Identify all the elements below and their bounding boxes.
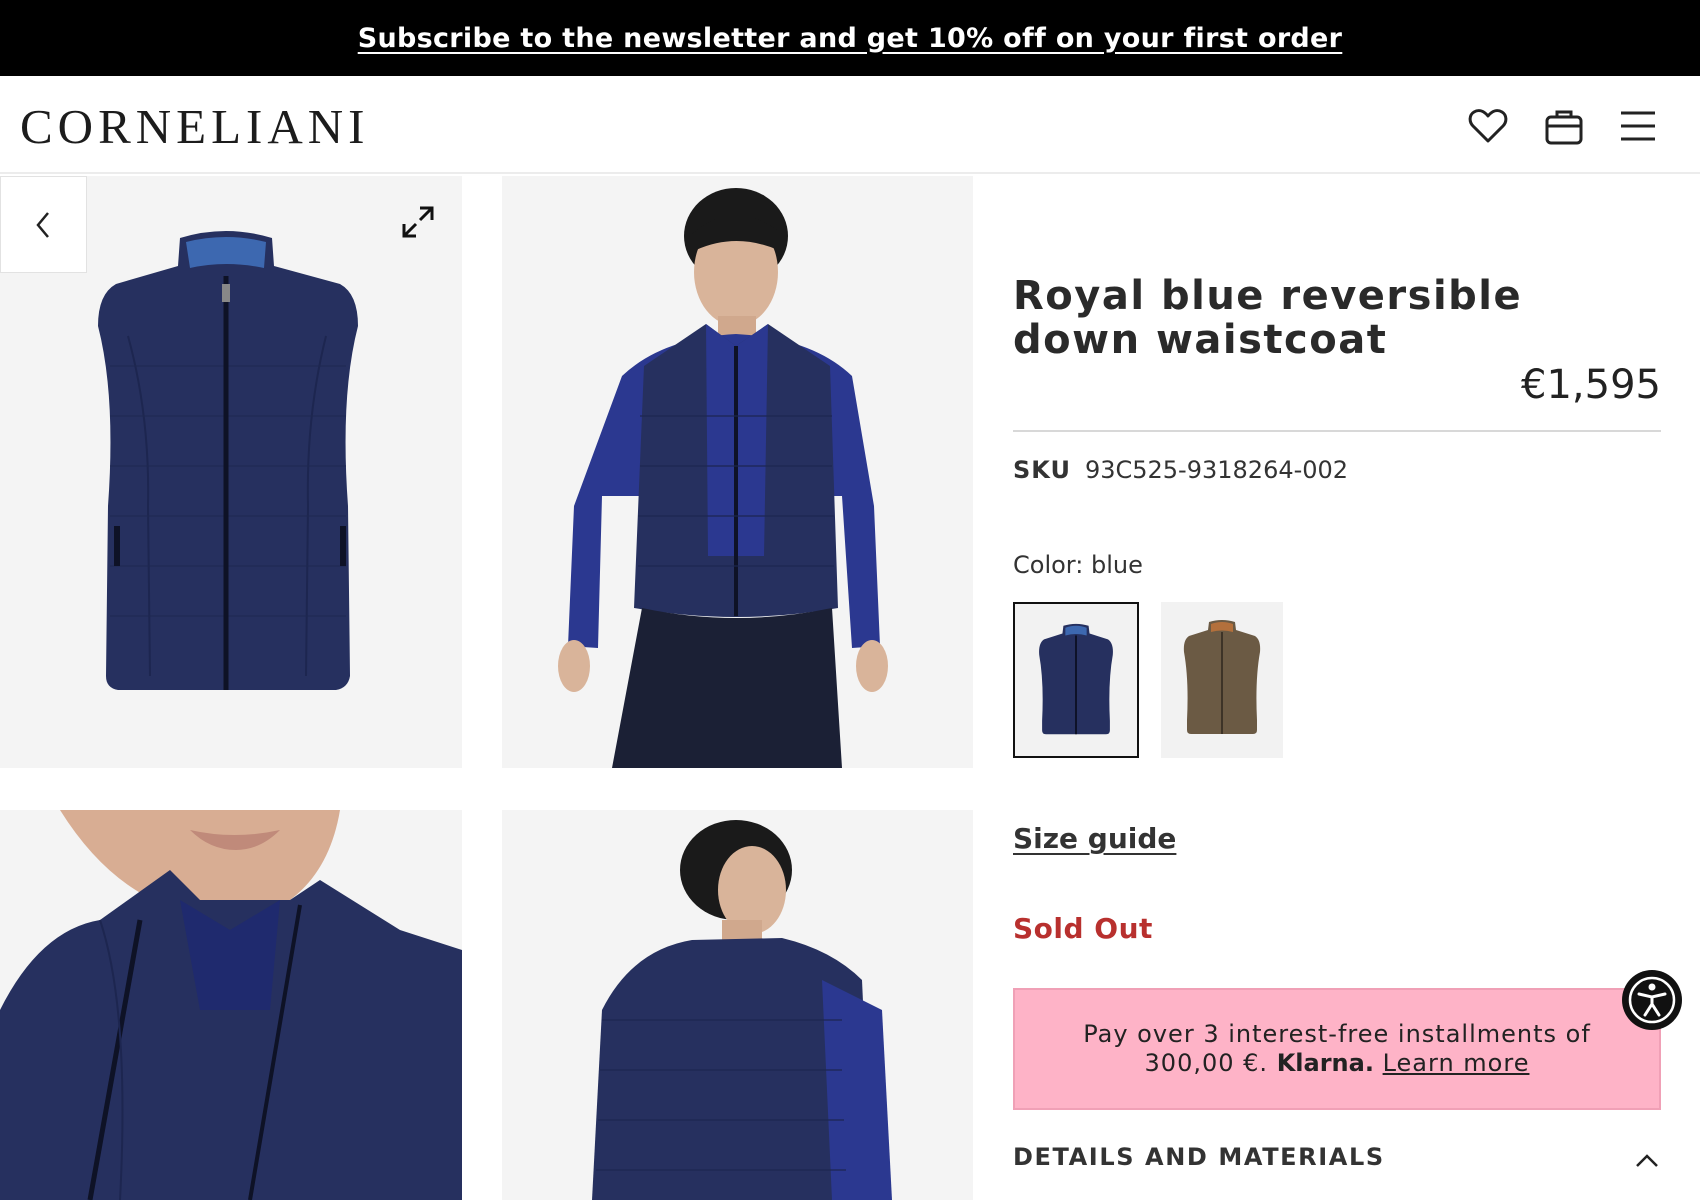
product-title: Royal blue reversible down waistcoat (1013, 273, 1523, 363)
klarna-banner: Pay over 3 interest-free installments of… (1013, 988, 1661, 1110)
product-image-model-front[interactable] (502, 176, 973, 768)
chevron-up-icon (1636, 1154, 1658, 1167)
color-swatch-blue[interactable] (1013, 602, 1139, 758)
color-swatch-brown[interactable] (1161, 602, 1283, 758)
divider (1013, 430, 1661, 432)
size-guide-link[interactable]: Size guide (1013, 822, 1176, 855)
product-image-detail[interactable] (0, 810, 462, 1200)
details-accordion[interactable]: DETAILS AND MATERIALS (1013, 1143, 1661, 1179)
back-button[interactable] (0, 176, 87, 273)
klarna-learn-more-link[interactable]: Learn more (1383, 1049, 1530, 1077)
expand-icon[interactable] (398, 202, 438, 242)
product-price: €1,595 (1521, 362, 1661, 408)
sku-row: SKU 93C525-9318264-002 (1013, 456, 1348, 484)
bag-icon[interactable] (1542, 104, 1586, 148)
site-header: CORNELIANI (0, 76, 1700, 174)
klarna-brand: Klarna. (1276, 1049, 1374, 1077)
sku-value: 93C525-9318264-002 (1084, 456, 1349, 484)
promo-bar: Subscribe to the newsletter and get 10% … (0, 0, 1700, 76)
chevron-left-icon (35, 211, 49, 238)
brand-logo[interactable]: CORNELIANI (20, 98, 369, 155)
menu-icon[interactable] (1616, 104, 1660, 148)
newsletter-link[interactable]: Subscribe to the newsletter and get 10% … (358, 23, 1343, 54)
color-label: Color: blue (1013, 551, 1143, 579)
accessibility-icon[interactable] (1622, 970, 1682, 1030)
sku-label: SKU (1013, 456, 1071, 484)
stock-status: Sold Out (1013, 912, 1153, 945)
details-label: DETAILS AND MATERIALS (1013, 1143, 1385, 1171)
heart-icon[interactable] (1466, 104, 1510, 148)
product-image-model-back[interactable] (502, 810, 973, 1200)
